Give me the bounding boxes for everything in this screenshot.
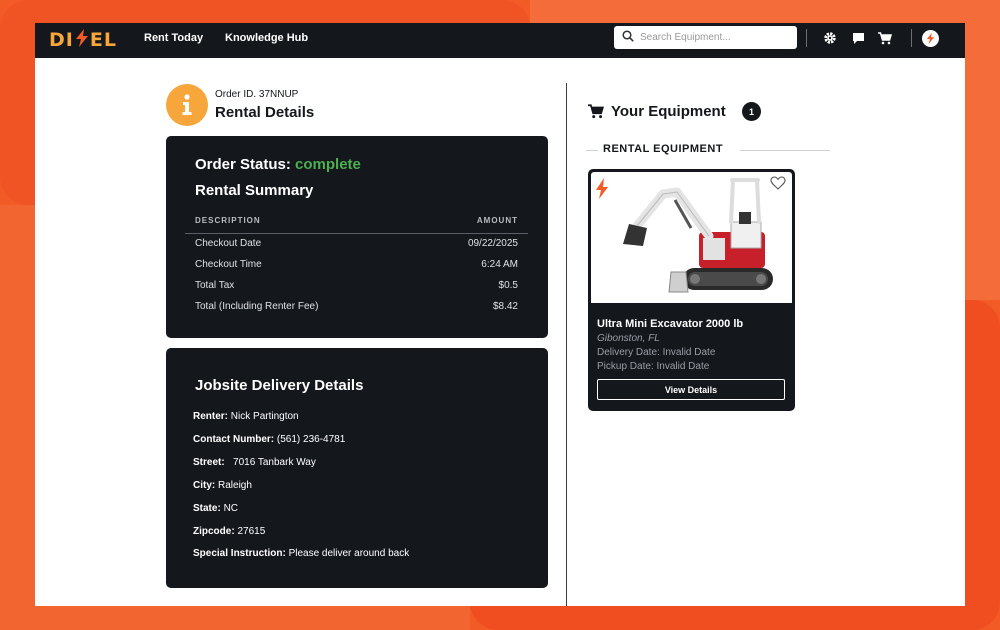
your-equipment-title: Your Equipment xyxy=(611,103,726,120)
delivery-field-zipcode: Zipcode: 27615 xyxy=(193,526,265,537)
delivery-title: Jobsite Delivery Details xyxy=(195,377,364,394)
cart-icon[interactable] xyxy=(877,30,893,46)
table-row: Checkout Date 09/22/2025 xyxy=(195,238,518,249)
app-window: DI EL Rent Today Knowledge Hub Search Eq… xyxy=(35,23,965,606)
field-value: Raleigh xyxy=(218,480,252,491)
heart-icon xyxy=(770,176,786,190)
equipment-count-badge: 1 xyxy=(742,102,761,121)
field-value: NC xyxy=(223,503,239,514)
field-label: Renter: xyxy=(193,411,229,422)
cart-icon xyxy=(588,104,605,124)
column-header-amount: AMOUNT xyxy=(476,216,518,225)
field-value: Nick Partington xyxy=(230,411,299,422)
lightning-bolt-icon xyxy=(596,178,608,199)
view-details-button[interactable]: View Details xyxy=(597,379,785,400)
nav-divider xyxy=(806,29,807,47)
chat-icon[interactable] xyxy=(850,30,866,46)
section-rule xyxy=(586,150,598,151)
equipment-delivery-date: Delivery Date: Invalid Date xyxy=(597,347,716,358)
field-label: Zipcode: xyxy=(193,526,235,537)
excavator-illustration xyxy=(623,178,773,293)
table-row: Total Tax $0.5 xyxy=(195,280,518,291)
section-label: RENTAL EQUIPMENT xyxy=(603,143,724,155)
order-id: Order ID. 37NNUP xyxy=(215,89,299,100)
column-header-description: DESCRIPTION xyxy=(195,216,261,225)
search-box[interactable] xyxy=(614,26,797,49)
field-value: 27615 xyxy=(237,526,266,537)
equipment-card[interactable]: Ultra Mini Excavator 2000 lb Gibonston, … xyxy=(588,169,795,411)
equipment-name: Ultra Mini Excavator 2000 lb xyxy=(597,318,744,330)
delivery-field-special-instruction: Special Instruction: Please deliver arou… xyxy=(193,548,409,559)
row-amount: 09/22/2025 xyxy=(467,238,518,249)
field-label: Special Instruction: xyxy=(193,548,286,559)
section-rule xyxy=(740,150,830,151)
rental-summary-card: Order Status: complete Rental Summary DE… xyxy=(166,136,548,338)
row-amount: $0.5 xyxy=(498,280,518,291)
table-row: Total (Including Renter Fee) $8.42 xyxy=(195,301,518,312)
row-amount: 6:24 AM xyxy=(481,259,518,270)
nav-link-knowledge-hub[interactable]: Knowledge Hub xyxy=(225,32,308,44)
nav-link-rent-today[interactable]: Rent Today xyxy=(144,32,203,44)
top-nav: DI EL Rent Today Knowledge Hub xyxy=(35,23,965,58)
field-label: Street: xyxy=(193,457,225,468)
order-status: Order Status: complete xyxy=(195,156,361,173)
search-icon xyxy=(622,29,634,47)
row-description: Total Tax xyxy=(195,280,235,291)
brand-logo[interactable]: DI EL xyxy=(49,28,117,52)
row-description: Total (Including Renter Fee) xyxy=(195,301,319,312)
row-description: Checkout Date xyxy=(195,238,262,249)
equipment-location: Gibonston, FL xyxy=(597,333,660,344)
field-label: City: xyxy=(193,480,216,491)
avatar[interactable] xyxy=(922,30,939,47)
table-header: DESCRIPTION AMOUNT xyxy=(195,216,518,225)
summary-title: Rental Summary xyxy=(195,182,314,199)
info-icon xyxy=(166,84,208,126)
order-status-label: Order Status: xyxy=(195,156,291,173)
row-amount: $8.42 xyxy=(492,301,518,312)
equipment-pickup-date: Pickup Date: Invalid Date xyxy=(597,361,710,372)
field-value: 7016 Tanbark Way xyxy=(233,457,316,468)
table-row: Checkout Time 6:24 AM xyxy=(195,259,518,270)
field-label: Contact Number: xyxy=(193,434,275,445)
delivery-field-renter: Renter: Nick Partington xyxy=(193,411,299,422)
row-description: Checkout Time xyxy=(195,259,262,270)
equipment-image[interactable] xyxy=(591,172,792,303)
table-divider xyxy=(185,233,528,234)
field-value: (561) 236-4781 xyxy=(276,434,346,445)
status-badge: complete xyxy=(295,156,361,173)
delivery-field-street: Street: 7016 Tanbark Way xyxy=(193,457,316,468)
gear-icon[interactable] xyxy=(822,30,838,46)
column-divider xyxy=(566,83,567,606)
delivery-field-city: City: Raleigh xyxy=(193,480,252,491)
lightning-bolt-icon xyxy=(75,28,89,52)
delivery-field-state: State: NC xyxy=(193,503,238,514)
nav-divider xyxy=(911,29,912,47)
logo-text-right: EL xyxy=(89,29,117,51)
page-title: Rental Details xyxy=(215,104,315,121)
field-value: Please deliver around back xyxy=(288,548,410,559)
logo-text-left: DI xyxy=(49,29,74,51)
search-input[interactable] xyxy=(640,32,780,43)
field-label: State: xyxy=(193,503,221,514)
delivery-details-card: Jobsite Delivery Details Renter: Nick Pa… xyxy=(166,348,548,588)
delivery-field-contact: Contact Number: (561) 236-4781 xyxy=(193,434,345,445)
